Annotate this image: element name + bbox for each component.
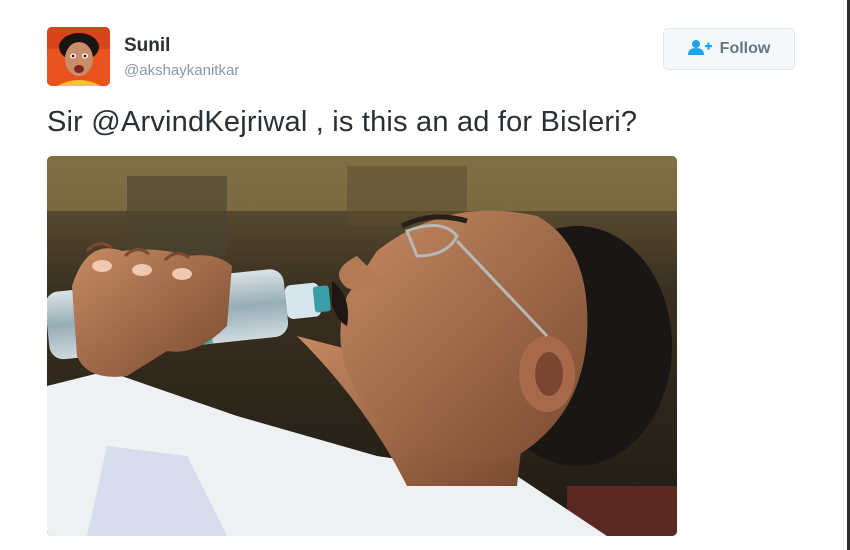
tweet-photo[interactable]: 500 B xyxy=(47,156,677,536)
avatar[interactable] xyxy=(47,27,110,86)
photo-image: 500 B xyxy=(47,156,677,536)
user-name[interactable]: Sunil xyxy=(124,35,170,57)
avatar-image xyxy=(47,27,110,86)
add-user-icon xyxy=(687,39,712,60)
follow-button[interactable]: Follow xyxy=(663,28,795,70)
user-handle[interactable]: @akshaykanitkar xyxy=(124,62,239,79)
follow-button-label: Follow xyxy=(719,40,771,57)
tweet-card: Sunil @akshaykanitkar Follow Sir @Arvind… xyxy=(0,0,850,550)
window-edge-divider xyxy=(843,0,844,550)
tweet-text: Sir @ArvindKejriwal , is this an ad for … xyxy=(47,106,638,138)
